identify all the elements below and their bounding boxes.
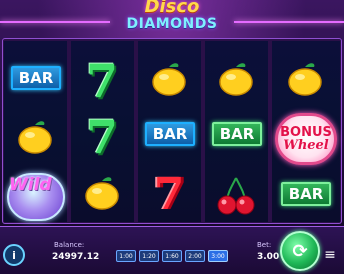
bet-value: 3.00 xyxy=(257,252,280,262)
reel-1: BAR Wild xyxy=(4,41,67,222)
bet-chip-4[interactable]: 2:00 xyxy=(185,250,205,262)
bet-chip-2[interactable]: 1:20 xyxy=(139,250,159,262)
wild-symbol: Wild xyxy=(6,171,66,223)
neon-trim-right xyxy=(234,21,344,23)
reel-3: BAR 7 xyxy=(138,41,201,222)
disco-ball-icon: Wild xyxy=(7,173,65,221)
bar-symbol: BAR xyxy=(211,122,263,146)
neon-trim-left xyxy=(0,21,110,23)
lemon-icon xyxy=(284,59,326,99)
game-logo: Disco DIAMONDS xyxy=(0,0,344,36)
menu-icon: ≡ xyxy=(324,247,336,263)
bet-chip-3[interactable]: 1:60 xyxy=(162,250,182,262)
reel-1-top-symbol: BAR xyxy=(10,63,62,93)
reel-2: 7 7 xyxy=(71,41,134,222)
green-seven-symbol: 7 xyxy=(85,54,118,108)
red-seven-symbol: 7 xyxy=(153,169,185,220)
bonus-wheel-symbol: BONUS Wheel xyxy=(274,111,338,167)
reel-4-middle-symbol: BAR xyxy=(211,119,263,149)
spin-icon: ⟳ xyxy=(292,240,308,262)
spin-button[interactable]: ⟳ xyxy=(280,231,320,271)
bet-chip-5[interactable]: 3:00 xyxy=(208,250,228,262)
logo-line-1: Disco xyxy=(144,0,200,17)
reel-3-middle-symbol: BAR xyxy=(144,119,196,149)
lemon-icon xyxy=(81,173,123,213)
wheel-label: Wheel xyxy=(283,137,329,153)
balance-value: 24997.12 xyxy=(52,252,100,262)
lemon-icon xyxy=(148,59,190,99)
reel-4: BAR xyxy=(205,41,268,222)
reel-5-bottom-symbol: BAR xyxy=(280,179,332,209)
wild-label: Wild xyxy=(9,175,52,195)
reel-5: BONUS Wheel BAR xyxy=(272,41,340,222)
lemon-icon xyxy=(14,117,56,157)
bar-symbol: BAR xyxy=(280,182,332,206)
bar-symbol: BAR xyxy=(10,66,62,90)
lemon-icon xyxy=(215,59,257,99)
green-seven-symbol: 7 xyxy=(85,110,118,164)
reel-2-top-symbol: 7 xyxy=(77,57,127,105)
balance-label: Balance: xyxy=(54,241,85,249)
bar-symbol: BAR xyxy=(144,122,196,146)
reel-3-bottom-symbol: 7 xyxy=(144,171,194,219)
menu-button[interactable]: ≡ xyxy=(320,244,340,266)
cherries-icon xyxy=(215,173,257,217)
info-icon: i xyxy=(12,248,16,262)
info-button[interactable]: i xyxy=(3,244,25,266)
bonus-wheel-icon: BONUS Wheel xyxy=(275,113,337,165)
bonus-label: BONUS xyxy=(280,124,332,140)
bet-label: Bet: xyxy=(257,241,272,249)
logo-line-2: DIAMONDS xyxy=(126,16,218,32)
bet-chip-1[interactable]: 1:00 xyxy=(116,250,136,262)
reel-2-middle-symbol: 7 xyxy=(77,113,127,161)
